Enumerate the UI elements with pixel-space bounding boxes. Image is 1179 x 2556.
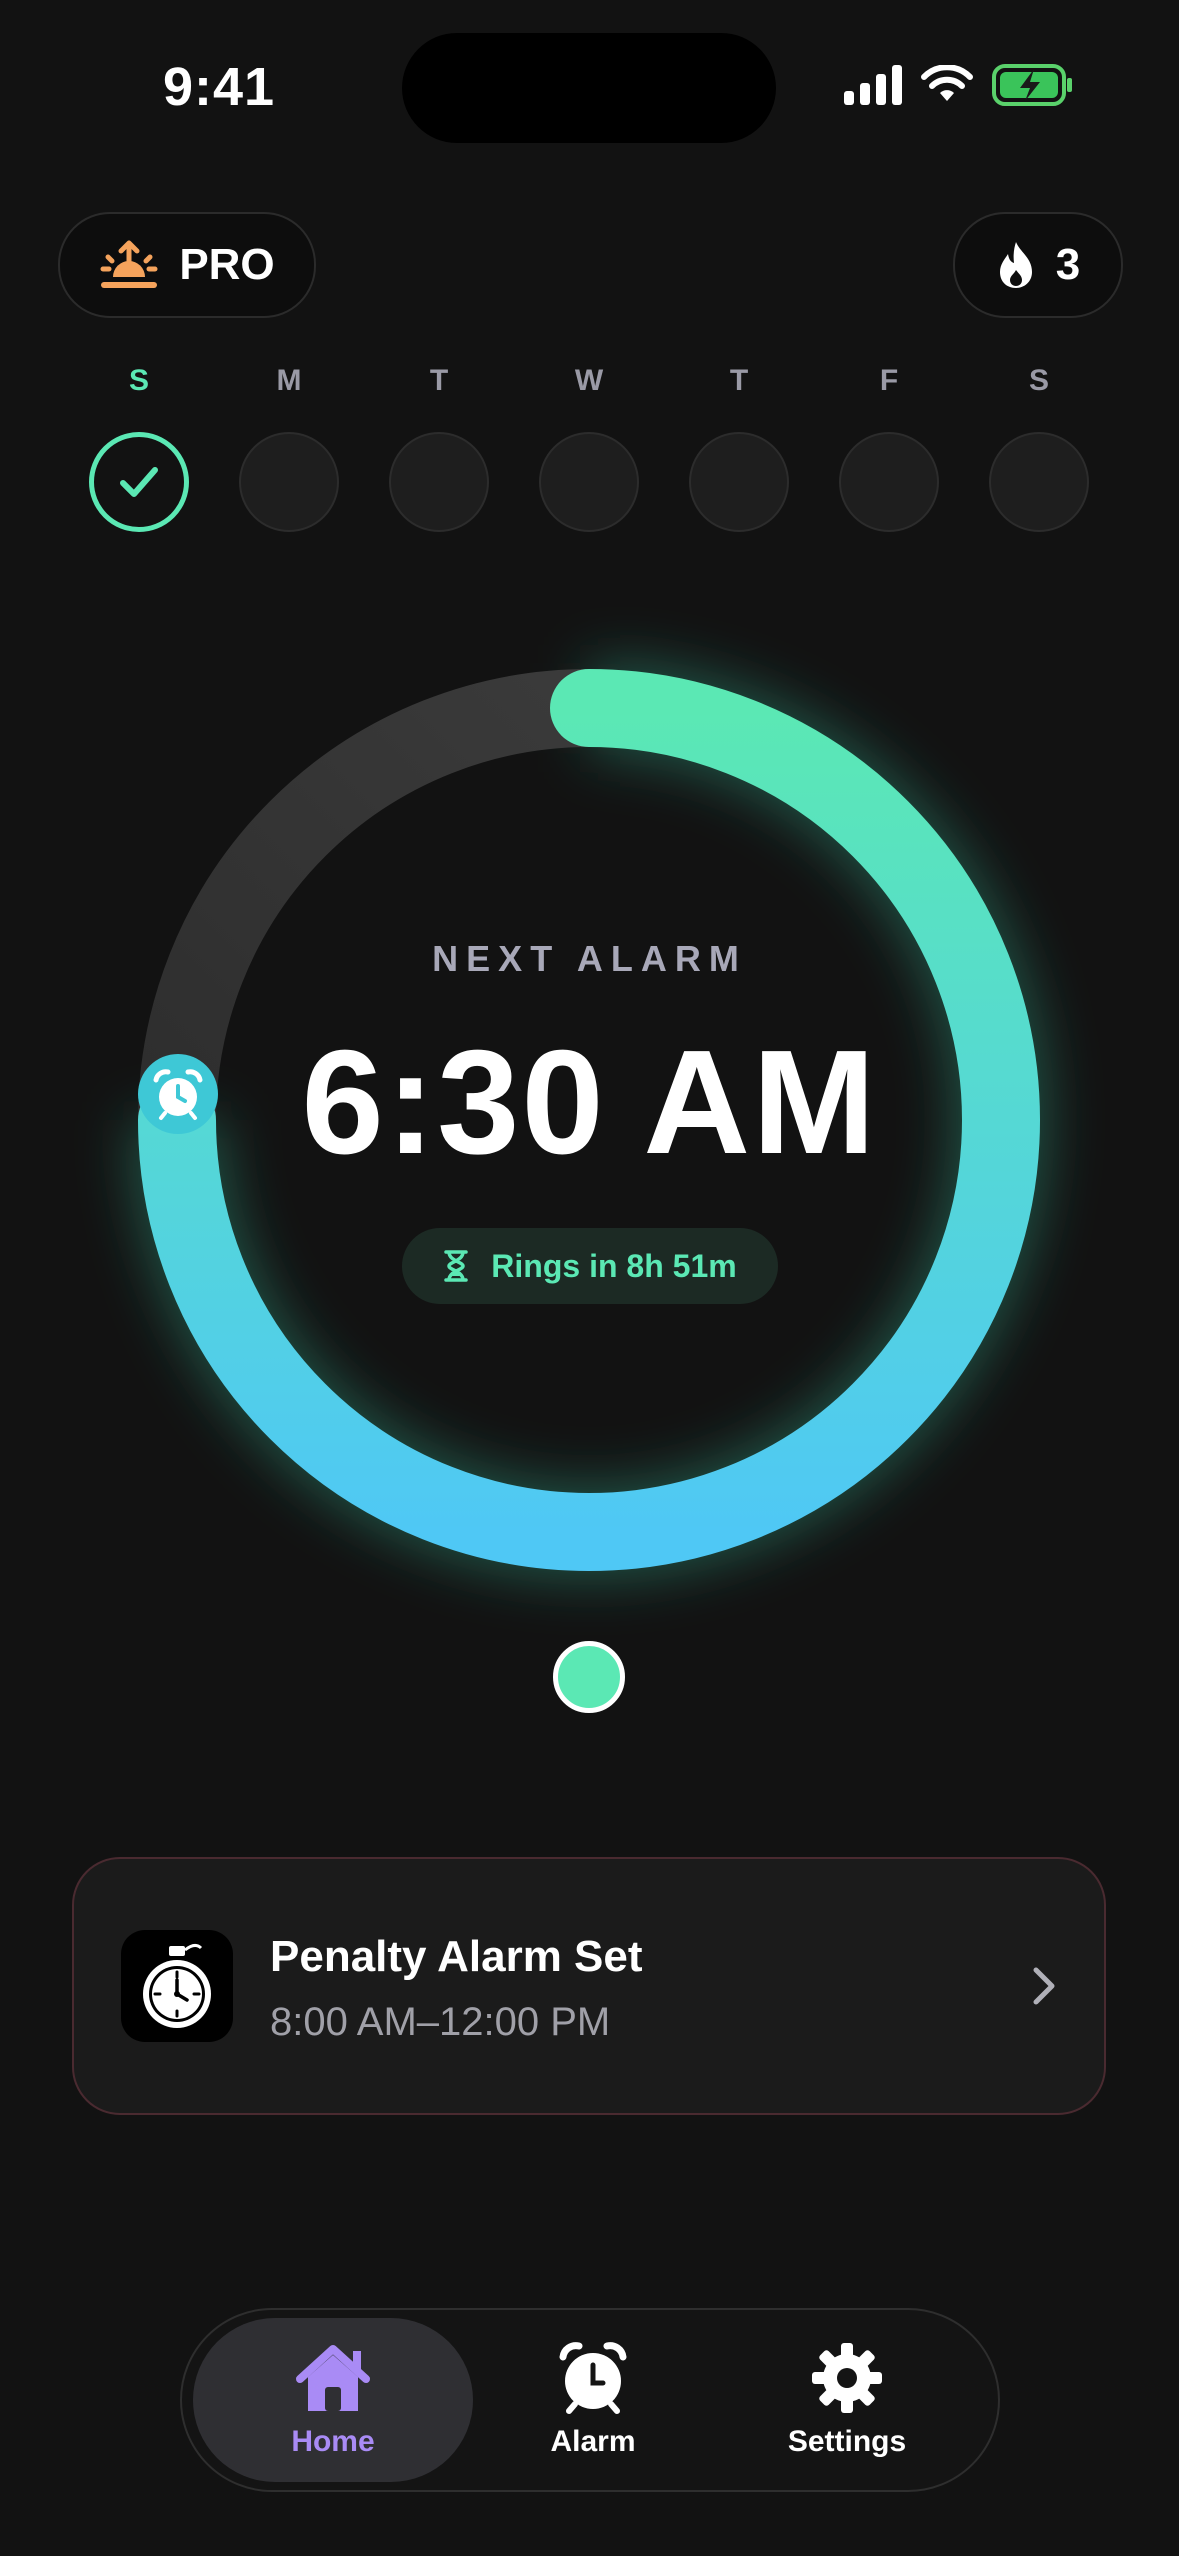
penalty-time-window: 8:00 AM–12:00 PM [270,2000,611,2044]
penalty-title: Penalty Alarm Set [270,1932,643,1981]
tab-alarm[interactable]: Alarm [473,2318,713,2482]
alarm-clock-icon [559,2342,627,2414]
tab-settings-label: Settings [787,2425,907,2458]
hourglass-icon [444,1250,469,1282]
next-alarm-caption: NEXT ALARM [432,938,747,979]
gear-icon [812,2343,882,2413]
tab-alarm-label: Alarm [550,2425,636,2458]
penalty-stopwatch-icon [121,1930,233,2042]
tab-home[interactable]: Home [193,2318,473,2482]
next-alarm-time[interactable]: 6:30 AM [0,1018,1179,1188]
tab-settings[interactable]: Settings [713,2318,981,2482]
chevron-right-icon [1033,1967,1055,2005]
house-icon [296,2345,370,2411]
countdown-badge: Rings in 8h 51m [402,1228,778,1304]
tab-home-label: Home [291,2425,375,2458]
alarm-progress-ring [132,663,1046,1577]
countdown-text: Rings in 8h 51m [491,1247,737,1284]
page-indicator-dot [553,1641,625,1713]
